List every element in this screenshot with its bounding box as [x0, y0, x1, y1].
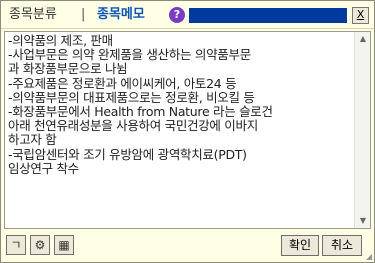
memo-line: -국립암센터와 조기 유방암에 광역학치료(PDT) [8, 147, 247, 162]
memo-line: 아래 천연유래성분을 사용하여 국민건강에 이바지 [8, 119, 258, 134]
scroll-up-arrow-icon[interactable]: ▲ [358, 34, 368, 44]
calendar-icon[interactable]: ▦ [54, 235, 74, 255]
memo-line: -사업부문은 의약 완제품을 생산하는 의약품부문 [8, 48, 251, 63]
memo-line: -화장품부문에서 Health from Nature 라는 슬로건 [8, 105, 273, 120]
footer-bar: ㄱ ⚙ ▦ 확인 취소 ◢ [1, 231, 374, 262]
memo-line: -의약품부문의 대표제품으로는 정로환, 비오킬 등 [8, 90, 255, 105]
vertical-scrollbar[interactable]: ▲ ▼ [354, 32, 370, 228]
mark-icon[interactable]: ㄱ [6, 235, 26, 255]
scroll-down-arrow-icon[interactable]: ▼ [358, 216, 368, 226]
title-bar: 종목분류 | 종목메모 ? X [1, 1, 374, 29]
close-button[interactable]: X [352, 7, 369, 24]
tab-separator: | [81, 7, 86, 22]
memo-line: -주요제품은 정로환과 에이씨케어, 아토24 등 [8, 76, 237, 91]
memo-line: 임상연구 착수 [8, 161, 79, 176]
memo-line: -의약품의 제조, 판매 [8, 34, 113, 48]
memo-line: 과 화장품부문으로 나뉨 [8, 62, 128, 77]
title-color-bar [189, 8, 347, 23]
cancel-button[interactable]: 취소 [322, 235, 362, 256]
tab-stock-classification[interactable]: 종목분류 [9, 6, 57, 24]
ok-button[interactable]: 확인 [281, 235, 319, 256]
resize-grip-icon[interactable]: ◢ [366, 252, 372, 261]
memo-text[interactable]: -의약품의 제조, 판매 -사업부문은 의약 완제품을 생산하는 의약품부문 과… [8, 34, 352, 226]
help-icon[interactable]: ? [169, 7, 185, 23]
memo-line: 하고자 함 [8, 133, 57, 148]
memo-textarea[interactable]: -의약품의 제조, 판매 -사업부문은 의약 완제품을 생산하는 의약품부문 과… [4, 31, 371, 229]
memo-window: 종목분류 | 종목메모 ? X -의약품의 제조, 판매 -사업부문은 의약 완… [0, 0, 375, 263]
tab-stock-memo[interactable]: 종목메모 [97, 6, 145, 24]
gear-icon[interactable]: ⚙ [30, 235, 50, 255]
